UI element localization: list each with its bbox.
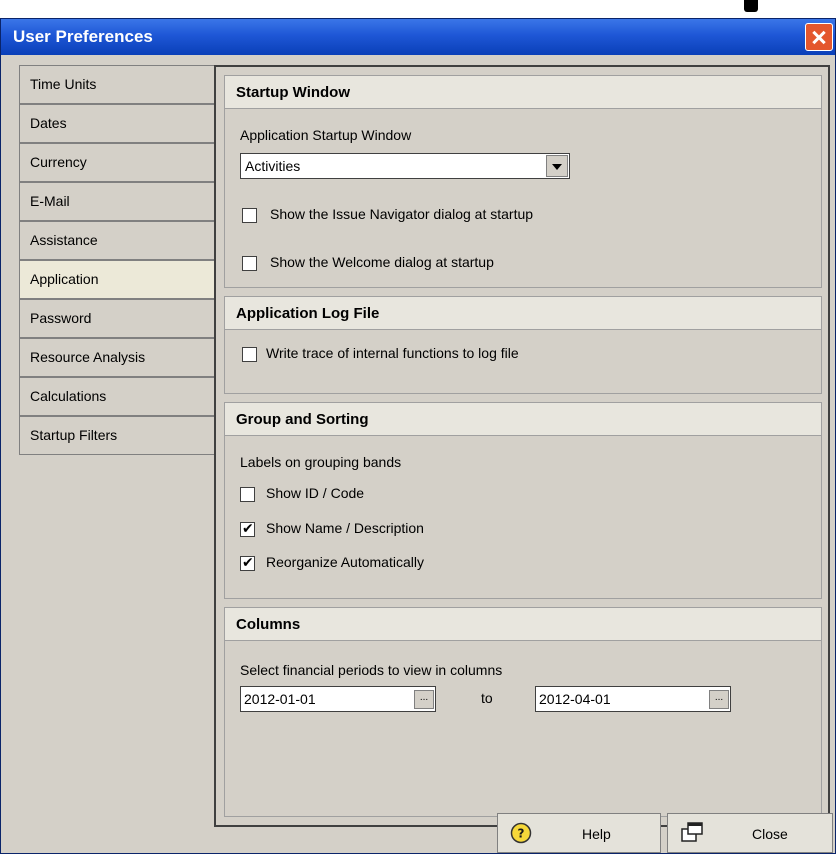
welcome-dialog-checkbox[interactable]: [242, 256, 257, 271]
period-to-browse-button[interactable]: ...: [709, 690, 729, 709]
tab-password[interactable]: Password: [19, 299, 215, 338]
tab-label: E-Mail: [30, 193, 70, 209]
financial-periods-label: Select financial periods to view in colu…: [240, 662, 503, 678]
desktop-top-strip: [0, 0, 836, 20]
tab-label: Currency: [30, 154, 87, 170]
period-to-field[interactable]: 2012-04-01 ...: [535, 686, 731, 712]
title-bar[interactable]: User Preferences: [1, 19, 835, 55]
svg-text:?: ?: [518, 827, 525, 841]
application-settings-panel: Startup Window Application Startup Windo…: [214, 65, 830, 827]
period-from-browse-button[interactable]: ...: [414, 690, 434, 709]
desktop-fragment: [744, 0, 758, 12]
welcome-dialog-label: Show the Welcome dialog at startup: [270, 254, 494, 270]
show-id-label: Show ID / Code: [266, 485, 365, 501]
grouping-bands-label: Labels on grouping bands: [240, 454, 402, 470]
tab-label: Dates: [30, 115, 67, 131]
log-file-header: Application Log File: [224, 296, 822, 330]
startup-window-value: Activities: [245, 158, 301, 174]
tab-currency[interactable]: Currency: [19, 143, 215, 182]
group-sorting-section: Labels on grouping bands Show ID / Code …: [224, 436, 822, 599]
startup-window-select[interactable]: Activities: [240, 153, 570, 179]
columns-section: Select financial periods to view in colu…: [224, 641, 822, 817]
tab-label: Resource Analysis: [30, 349, 146, 365]
tab-label: Time Units: [30, 76, 97, 92]
startup-window-label: Application Startup Window: [240, 127, 412, 143]
tab-dates[interactable]: Dates: [19, 104, 215, 143]
period-to-label: to: [481, 690, 493, 706]
tab-application[interactable]: Application: [19, 260, 215, 299]
show-name-label: Show Name / Description: [266, 520, 424, 536]
tab-label: Calculations: [30, 388, 107, 404]
tab-assistance[interactable]: Assistance: [19, 221, 215, 260]
chevron-down-icon[interactable]: [546, 155, 568, 177]
dialog-title: User Preferences: [13, 27, 153, 46]
tab-label: Assistance: [30, 232, 98, 248]
tab-time-units[interactable]: Time Units: [19, 65, 215, 104]
close-window-icon: [681, 822, 703, 842]
user-preferences-dialog: User Preferences Time Units Dates Curren…: [0, 18, 836, 854]
tab-label: Startup Filters: [30, 427, 118, 443]
tab-label: Password: [30, 310, 92, 326]
tab-startup-filters[interactable]: Startup Filters: [19, 416, 215, 455]
close-button[interactable]: Close: [667, 813, 833, 853]
trace-log-label: Write trace of internal functions to log…: [266, 345, 519, 361]
issue-navigator-label: Show the Issue Navigator dialog at start…: [270, 206, 534, 222]
group-sorting-header: Group and Sorting: [224, 402, 822, 436]
reorganize-label: Reorganize Automatically: [266, 554, 424, 570]
help-label: Help: [582, 826, 611, 842]
tab-calculations[interactable]: Calculations: [19, 377, 215, 416]
columns-header: Columns: [224, 607, 822, 641]
reorganize-checkbox[interactable]: [240, 554, 255, 571]
close-label: Close: [752, 826, 788, 842]
help-button[interactable]: ? Help: [497, 813, 661, 853]
preferences-tab-list: Time Units Dates Currency E-Mail Assista…: [19, 65, 215, 455]
close-icon[interactable]: [805, 23, 833, 51]
trace-log-checkbox[interactable]: [242, 347, 257, 362]
log-file-section: Write trace of internal functions to log…: [224, 330, 822, 394]
tab-resource-analysis[interactable]: Resource Analysis: [19, 338, 215, 377]
show-id-checkbox[interactable]: [240, 487, 255, 502]
period-to-value: 2012-04-01: [539, 691, 611, 707]
period-from-field[interactable]: 2012-01-01 ...: [240, 686, 436, 712]
help-icon: ?: [510, 822, 532, 844]
startup-window-section: Application Startup Window Activities Sh…: [224, 109, 822, 288]
period-from-value: 2012-01-01: [244, 691, 316, 707]
tab-e-mail[interactable]: E-Mail: [19, 182, 215, 221]
show-name-checkbox[interactable]: [240, 520, 255, 537]
startup-window-header: Startup Window: [224, 75, 822, 109]
tab-label: Application: [30, 271, 99, 287]
issue-navigator-checkbox[interactable]: [242, 208, 257, 223]
